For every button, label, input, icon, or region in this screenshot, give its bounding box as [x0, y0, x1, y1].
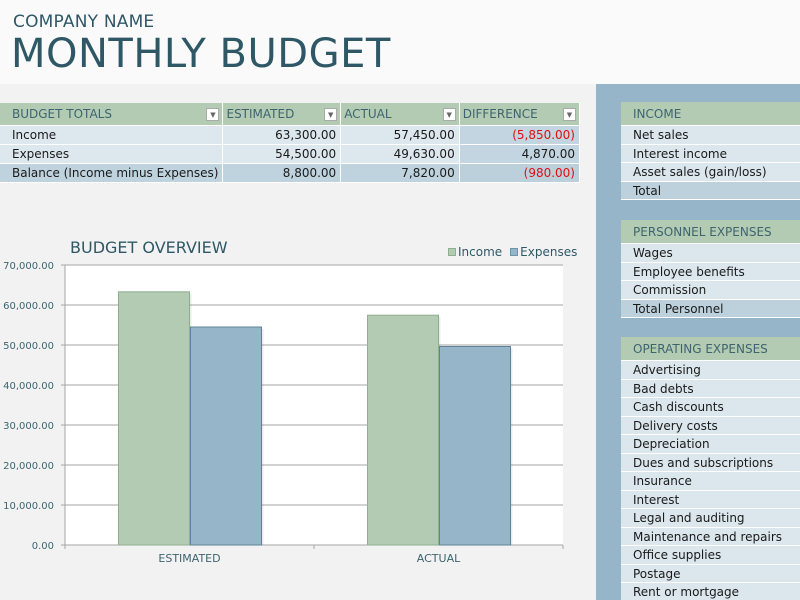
x-tick-label: ACTUAL	[417, 552, 461, 565]
y-tick-label: 20,000.00	[3, 461, 54, 472]
table-row-income: Income 63,300.00 57,450.00 (5,850.00)	[0, 125, 581, 145]
list-item[interactable]: Delivery costs	[621, 416, 800, 435]
list-item[interactable]: Advertising	[621, 361, 800, 380]
list-item[interactable]: Commission	[621, 281, 800, 300]
personnel-total[interactable]: Total Personnel	[621, 299, 800, 318]
actual-cell[interactable]: 49,630.00	[340, 144, 460, 164]
actual-cell[interactable]: 57,450.00	[340, 125, 460, 145]
y-tick-label: 10,000.00	[3, 501, 54, 512]
difference-cell[interactable]: (5,850.00)	[459, 125, 581, 145]
section-header-personnel: PERSONNEL EXPENSES	[621, 220, 800, 244]
estimated-cell[interactable]: 63,300.00	[222, 125, 342, 145]
column-header-estimated[interactable]: ESTIMATED ▼	[222, 103, 342, 126]
y-tick-label: 40,000.00	[3, 381, 54, 392]
y-tick-label: 0.00	[32, 541, 54, 552]
row-label[interactable]: Balance (Income minus Expenses)	[0, 163, 224, 183]
difference-cell[interactable]: 4,870.00	[459, 144, 581, 164]
y-tick-label: 30,000.00	[3, 421, 54, 432]
income-total[interactable]: Total	[621, 181, 800, 200]
list-item[interactable]: Cash discounts	[621, 398, 800, 417]
bar-income-actual	[367, 314, 439, 546]
y-tick-label: 60,000.00	[3, 301, 54, 312]
list-item[interactable]: Interest	[621, 490, 800, 509]
budget-totals-table: BUDGET TOTALS ▼ ESTIMATED ▼ ACTUAL ▼ DIFFER…	[0, 103, 581, 183]
page-title[interactable]: MONTHLY BUDGET	[11, 31, 391, 77]
section-header-income: INCOME	[621, 102, 800, 126]
list-item[interactable]: Interest income	[621, 144, 800, 163]
difference-cell[interactable]: (980.00)	[459, 163, 581, 183]
list-item[interactable]: Rent or mortgage	[621, 583, 800, 600]
list-item[interactable]: Employee benefits	[621, 262, 800, 281]
table-header-row: BUDGET TOTALS ▼ ESTIMATED ▼ ACTUAL ▼ DIFFER…	[0, 103, 581, 126]
column-header-budget-totals[interactable]: BUDGET TOTALS ▼	[0, 103, 224, 126]
company-name[interactable]: COMPANY NAME	[13, 12, 154, 32]
table-row-balance: Balance (Income minus Expenses) 8,800.00…	[0, 163, 581, 183]
personnel-section: PERSONNEL EXPENSES Wages Employee benefi…	[621, 220, 800, 318]
filter-dropdown-icon[interactable]: ▼	[563, 108, 576, 121]
list-item[interactable]: Wages	[621, 244, 800, 263]
row-label[interactable]: Expenses	[0, 144, 224, 164]
filter-dropdown-icon[interactable]: ▼	[324, 108, 338, 121]
list-item[interactable]: Maintenance and repairs	[621, 527, 800, 546]
table-row-expenses: Expenses 54,500.00 49,630.00 4,870.00	[0, 144, 581, 164]
section-header-operating: OPERATING EXPENSES	[621, 337, 800, 361]
x-tick-label: ESTIMATED	[158, 552, 220, 565]
column-header-difference[interactable]: DIFFERENCE ▼	[459, 103, 581, 126]
list-item[interactable]: Depreciation	[621, 435, 800, 454]
bar-income-estimated	[118, 291, 190, 546]
row-label[interactable]: Income	[0, 125, 224, 145]
list-item[interactable]: Bad debts	[621, 379, 800, 398]
header: COMPANY NAME MONTHLY BUDGET	[0, 0, 800, 84]
filter-dropdown-icon[interactable]: ▼	[442, 108, 456, 121]
bar-expenses-estimated	[190, 326, 262, 546]
list-item[interactable]: Office supplies	[621, 546, 800, 565]
filter-dropdown-icon[interactable]: ▼	[206, 108, 220, 121]
column-header-actual[interactable]: ACTUAL ▼	[340, 103, 460, 126]
list-item[interactable]: Dues and subscriptions	[621, 453, 800, 472]
estimated-cell[interactable]: 54,500.00	[222, 144, 342, 164]
income-section: INCOME Net sales Interest income Asset s…	[621, 102, 800, 200]
list-item[interactable]: Insurance	[621, 472, 800, 491]
operating-section: OPERATING EXPENSES Advertising Bad debts C…	[621, 337, 800, 600]
actual-cell[interactable]: 7,820.00	[340, 163, 460, 183]
bar-expenses-actual	[439, 345, 511, 546]
y-tick-label: 50,000.00	[3, 341, 54, 352]
list-item[interactable]: Legal and auditing	[621, 509, 800, 528]
list-item[interactable]: Postage	[621, 564, 800, 583]
y-tick-label: 70,000.00	[3, 261, 54, 272]
list-item[interactable]: Net sales	[621, 126, 800, 145]
list-item[interactable]: Asset sales (gain/loss)	[621, 163, 800, 182]
estimated-cell[interactable]: 8,800.00	[222, 163, 342, 183]
budget-overview-chart: 0.00 10,000.00 20,000.00 30,000.00 40,000.00…	[3, 261, 564, 565]
